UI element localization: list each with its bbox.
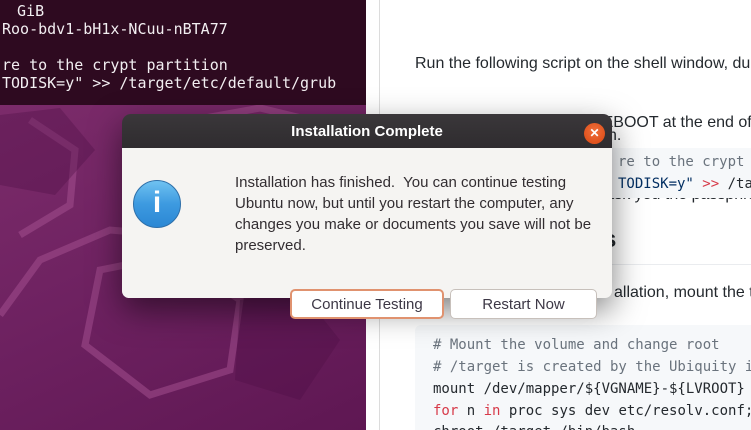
code-string: TODISK=y"	[618, 176, 702, 192]
terminal-line: re to the crypt partition	[2, 56, 228, 74]
code-operator: >>	[702, 176, 727, 192]
code-text: /targ	[728, 176, 751, 192]
dialog-body: i Installation has finished. You can con…	[122, 148, 612, 298]
close-icon[interactable]: ✕	[584, 123, 605, 144]
dialog-message-line: changes you make or documents you save w…	[235, 214, 591, 235]
terminal-line: GiB	[8, 2, 44, 20]
doc-paragraph-mount: allation, mount the ta	[614, 281, 751, 305]
terminal-line: Roo-bdv1-bH1x-NCuu-nBTA77	[2, 20, 228, 38]
code-line: chroot /target /bin/bash	[433, 424, 635, 430]
info-icon: i	[133, 180, 181, 228]
code-line: for n in proc sys dev etc/resolv.conf; d…	[433, 403, 751, 419]
code-text: proc sys dev etc/resolv.conf;	[500, 403, 751, 419]
code-keyword: in	[484, 403, 501, 419]
code-block-mount: # Mount the volume and change root # /ta…	[415, 325, 751, 430]
code-line: # /target is created by the Ubiquity ins…	[433, 359, 751, 375]
terminal-line: TODISK=y" >> /target/etc/default/grub	[2, 74, 336, 92]
code-line: re to the crypt pa	[618, 154, 751, 170]
restart-now-button[interactable]: Restart Now	[450, 289, 597, 319]
dialog-message-line: Ubuntu now, but until you restart the co…	[235, 193, 591, 214]
dialog-message-line: preserved.	[235, 235, 591, 256]
dialog-message-line: Installation has finished. You can conti…	[235, 172, 591, 193]
continue-testing-button[interactable]: Continue Testing	[290, 289, 444, 319]
dialog-message: Installation has finished. You can conti…	[235, 172, 591, 256]
terminal-window[interactable]: GiB Roo-bdv1-bH1x-NCuu-nBTA77 re to the …	[0, 0, 366, 105]
code-keyword: for	[433, 403, 458, 419]
code-text: n	[458, 403, 483, 419]
code-line: # Mount the volume and change root	[433, 337, 720, 353]
dialog-titlebar[interactable]: Installation Complete ✕	[122, 114, 612, 148]
dialog-title: Installation Complete	[291, 123, 443, 140]
installation-complete-dialog: Installation Complete ✕ i Installation h…	[122, 114, 612, 298]
code-line: mount /dev/mapper/${VGNAME}-${LVROOT} /t…	[433, 381, 751, 397]
code-line: TODISK=y" >> /targ	[618, 176, 751, 192]
